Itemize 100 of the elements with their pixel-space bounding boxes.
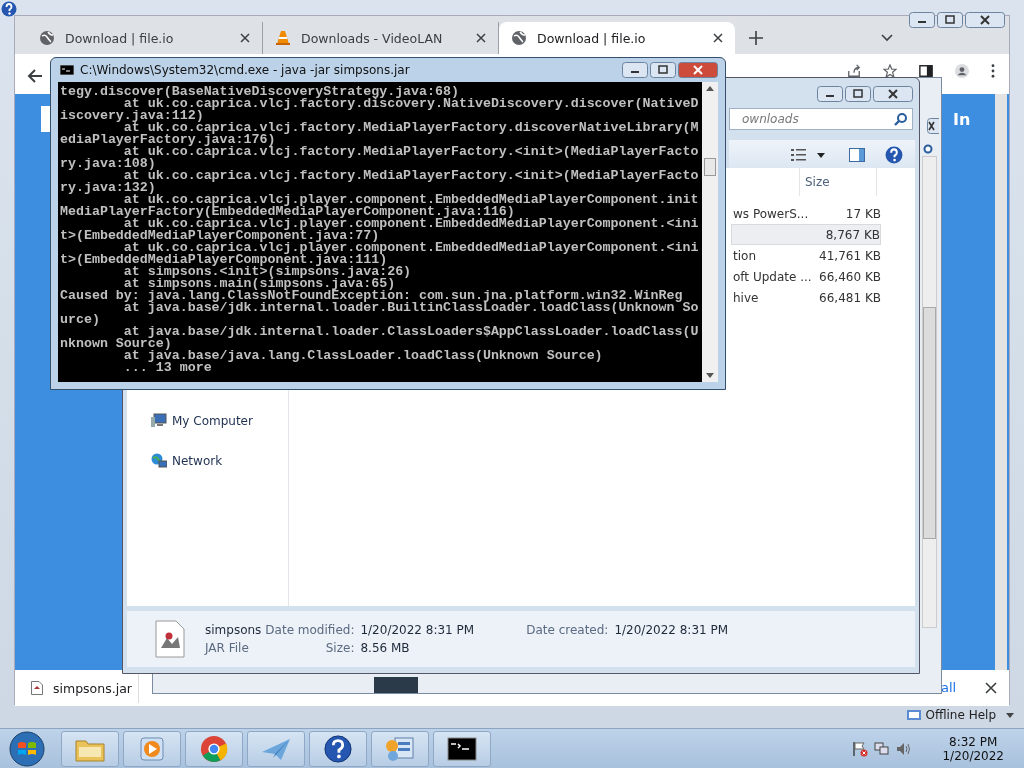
file-size: 66,481 KB [818,290,881,305]
console-line: ediaPlayerFactory.java:176) [60,134,276,146]
command-prompt-icon [60,65,74,75]
speaker-icon[interactable] [896,741,913,757]
new-tab-icon[interactable] [749,31,763,45]
window-title: C:\Windows\System32\cmd.exe - java -jar simpsons.jar [80,63,411,77]
file-row[interactable]: ws PowerS... 17 KB [731,203,881,224]
taskbar-button[interactable] [433,731,491,767]
column-header[interactable]: Size [805,175,830,189]
browser-tab[interactable]: Download | file.io [499,22,735,54]
console-line: at uk.co.caprica.vlcj.player.component.EmbeddedMediaPlayerComponent.<ini [123,242,700,254]
scrollbar[interactable] [702,82,718,382]
console-line: at uk.co.caprica.vlcj.factory.MediaPlayerFactory.discoverNativeLibrary(M [123,122,700,134]
command-prompt-icon [447,735,477,763]
file-row[interactable]: tion 41,761 KB [731,245,881,266]
console-line: at uk.co.caprica.vlcj.factory.MediaPlayerFactory.<init>(MediaPlayerFacto [123,170,700,182]
book-icon [907,709,922,721]
console-line: at java.base/jdk.internal.loader.BuiltinClassLoader.loadClass(Unknown So [123,302,700,314]
start-button[interactable] [9,731,45,767]
view-list-icon[interactable] [791,148,807,162]
file-row[interactable]: hive 66,481 KB [731,287,881,308]
close-icon[interactable] [240,33,250,43]
console-line: t>(EmbeddedMediaPlayerComponent.java:77) [60,230,380,242]
offline-help-label[interactable]: Offline Help [925,708,996,722]
minimize-icon[interactable] [622,62,648,78]
detail-value: 1/20/2022 8:31 PM [360,623,475,637]
back-arrow-icon[interactable] [27,68,43,84]
media-player-icon [137,735,167,763]
detail-label: Date modified: [265,623,355,637]
console-line: at simpsons.<init>(simpsons.java:26) [123,266,413,278]
side-panel-icon[interactable] [919,64,933,78]
minimize-icon[interactable] [909,12,935,28]
menu-icon[interactable] [991,64,995,78]
flag-icon[interactable] [852,741,869,757]
help-icon [323,735,353,763]
star-icon[interactable] [883,64,897,78]
close-icon[interactable] [713,33,723,43]
maximize-icon[interactable] [845,86,871,102]
scroll-thumb[interactable] [704,158,716,176]
network-icon[interactable] [874,741,891,757]
file-name: hive [732,290,760,305]
close-icon[interactable] [678,62,718,78]
scrollbar[interactable] [922,156,937,628]
search-icon [894,112,908,126]
close-icon[interactable] [873,86,913,102]
help-icon[interactable] [885,146,903,164]
console-line: ry.java:132) [60,182,156,194]
console-line: at uk.co.caprica.vlcj.factory.MediaPlayerFactory.<init>(MediaPlayerFacto [123,146,700,158]
file-name: ws PowerS... [732,206,810,221]
traffic-cone-icon [275,30,291,46]
console-line: urce) [60,314,101,326]
console-line: at uk.co.caprica.vlcj.player.component.EmbeddedMediaPlayerComponent.init [123,194,700,206]
help-icon [1,1,17,17]
file-row[interactable]: oft Update ... 66,460 KB [731,266,881,287]
scroll-up-icon[interactable] [706,86,714,91]
tab-title: Download | file.io [65,30,175,46]
file-row[interactable]: 8,767 KB [731,224,881,245]
close-icon[interactable] [985,682,997,694]
console-line: ry.java:108) [60,158,156,170]
profile-icon[interactable] [955,64,969,78]
close-icon[interactable] [927,118,939,134]
chevron-down-icon[interactable] [881,34,893,42]
taskbar-button[interactable] [309,731,367,767]
nav-item[interactable]: Network [151,453,288,469]
network-icon [151,453,167,469]
console-line: t>(EmbeddedMediaPlayerComponent.java:111) [60,254,388,266]
tab-title: Download | file.io [537,30,647,46]
caret-icon[interactable] [1006,712,1014,718]
console-line: ... 13 more [122,362,212,374]
file-size: 41,761 KB [818,248,881,263]
console-line: Caused by: java.lang.ClassNotFoundException: com.sun.jna.platform.win32.WinReg [60,290,683,302]
maximize-icon[interactable] [937,12,963,28]
java-file-icon [155,620,185,658]
console-line: nknown Source) [60,338,172,350]
show-all-link[interactable]: all [941,680,957,695]
console-line: MediaPlayerFactory(EmbeddedMediaPlayerComponent.java:116) [60,206,515,218]
file-size: 8,767 KB [824,227,880,242]
preview-pane-icon[interactable] [849,148,865,162]
scrollbar[interactable] [995,94,1007,670]
maximize-icon[interactable] [650,62,676,78]
detail-label: Size: [324,641,355,655]
console-line: at java.base/jdk.internal.loader.ClassLoaders$AppClassLoader.loadClass(U [123,326,700,338]
scroll-down-icon[interactable] [706,373,714,378]
file-name: tion [732,248,757,263]
detail-value: 1/20/2022 8:31 PM [614,623,729,637]
console-line: at java.base/java.lang.ClassLoader.loadClass(Unknown Source) [123,350,604,362]
clock[interactable]: 8:32 PM 1/20/2022 [942,735,1004,763]
console-line: at simpsons.main(simpsons.java:65) [123,278,396,290]
file-name: oft Update ... [732,269,813,284]
file-icon [31,681,43,695]
close-icon[interactable] [965,12,1005,28]
nav-item[interactable]: My Computer [151,413,288,429]
caret-icon[interactable] [817,152,825,158]
share-icon[interactable] [847,64,861,78]
page-heading: In [953,110,971,129]
control-panel-icon [385,735,415,763]
close-icon[interactable] [476,33,486,43]
console-line: at uk.co.caprica.vlcj.player.component.EmbeddedMediaPlayerComponent.<ini [123,218,700,230]
minimize-icon[interactable] [817,86,843,102]
search-field[interactable]: ownloads [729,108,913,130]
